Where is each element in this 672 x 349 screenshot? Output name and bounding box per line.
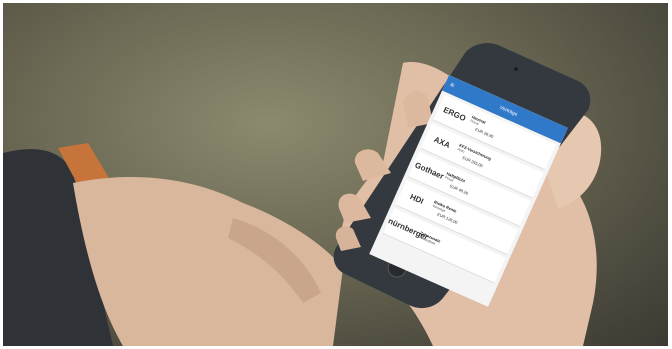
insurer-logo: ERGO (441, 105, 468, 124)
insurer-logo: Gothaer (413, 160, 446, 182)
insurer-logo: nürnberger (386, 216, 430, 242)
menu-icon[interactable]: ≡ (449, 82, 456, 90)
insurer-logo: AXA (432, 134, 452, 151)
insurer-logo: HDI (408, 192, 425, 207)
photo: ≡ Verträge ERGO Hausrat Privat EUR 28,90… (3, 3, 668, 346)
left-hand (73, 177, 343, 346)
photo-scene (3, 43, 602, 346)
image-frame: ≡ Verträge ERGO Hausrat Privat EUR 28,90… (0, 0, 672, 349)
front-camera (514, 67, 518, 71)
